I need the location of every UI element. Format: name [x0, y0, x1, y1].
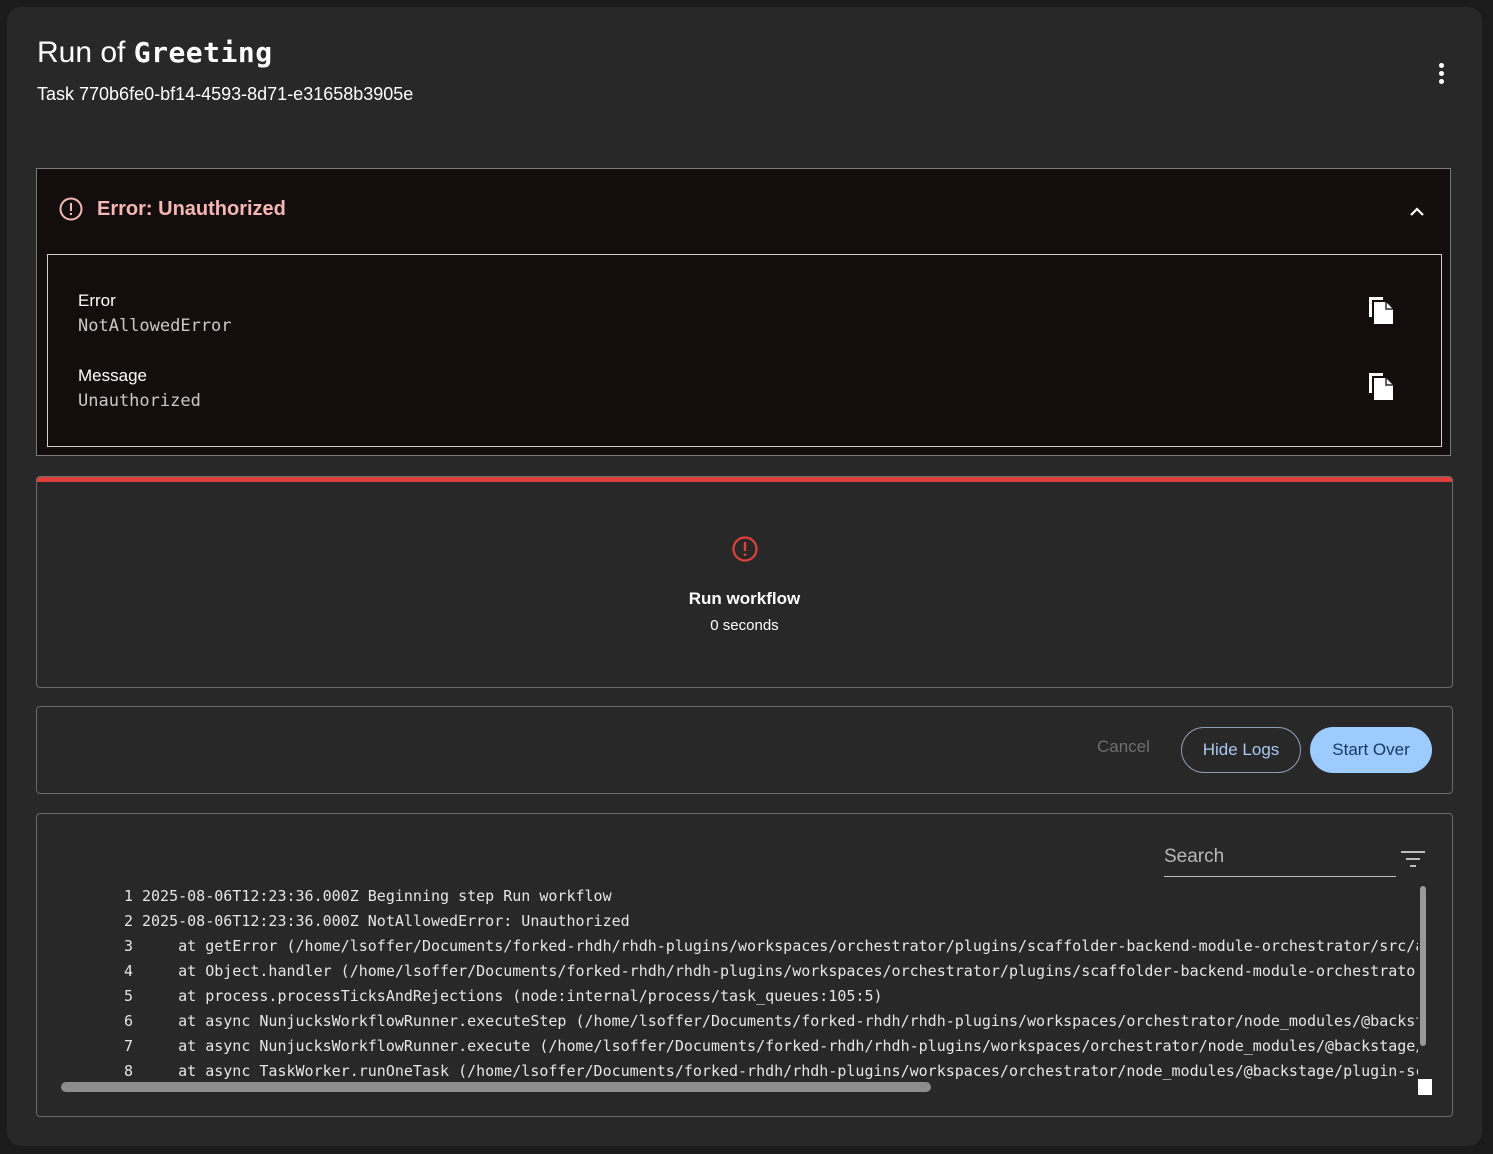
line-number: 6 — [123, 1012, 133, 1030]
title-prefix: Run of — [37, 36, 126, 69]
log-line: 6 at async NunjucksWorkflowRunner.execut… — [37, 1009, 1418, 1034]
chevron-up-icon[interactable] — [1401, 197, 1433, 225]
line-text: 2025-08-06T12:23:36.000Z Beginning step … — [142, 887, 612, 905]
search-input[interactable] — [1164, 842, 1394, 872]
line-number: 2 — [123, 912, 133, 930]
horizontal-scrollbar[interactable] — [61, 1082, 931, 1092]
line-text: at getError (/home/lsoffer/Documents/for… — [142, 937, 1418, 955]
copy-icon[interactable] — [1364, 293, 1398, 327]
task-id: Task 770b6fe0-bf14-4593-8d71-e31658b3905… — [37, 84, 414, 104]
error-details: Error NotAllowedError Message Unauthoriz… — [47, 254, 1442, 447]
line-text: at async TaskWorker.runOneTask (/home/ls… — [142, 1062, 1418, 1080]
step-status-bar — [37, 477, 1452, 482]
log-line: 3 at getError (/home/lsoffer/Documents/f… — [37, 934, 1418, 959]
actions-bar: Cancel Hide Logs Start Over — [36, 706, 1453, 794]
cancel-button[interactable]: Cancel — [1097, 737, 1150, 757]
log-line: 8 at async TaskWorker.runOneTask (/home/… — [37, 1059, 1418, 1080]
scroll-corner — [1418, 1079, 1432, 1095]
line-number: 1 — [123, 887, 133, 905]
line-number: 5 — [123, 987, 133, 1005]
error-circle-icon — [59, 197, 83, 221]
line-number: 3 — [123, 937, 133, 955]
line-number: 7 — [123, 1037, 133, 1055]
line-number: 8 — [123, 1062, 133, 1080]
error-circle-icon — [732, 536, 758, 562]
log-lines: 1 2025-08-06T12:23:36.000Z Beginning step… — [37, 884, 1418, 1080]
line-text: 2025-08-06T12:23:36.000Z NotAllowedError… — [142, 912, 630, 930]
log-line: 5 at process.processTicksAndRejections (… — [37, 984, 883, 1009]
error-field-value: NotAllowedError — [78, 316, 232, 336]
message-field-value: Unauthorized — [78, 391, 201, 411]
page-title: Run of Greeting — [37, 36, 273, 70]
line-text: at Object.handler (/home/lsoffer/Documen… — [142, 962, 1418, 980]
log-viewer: 1 2025-08-06T12:23:36.000Z Beginning step… — [36, 813, 1453, 1117]
line-text: at process.processTicksAndRejections (no… — [142, 987, 883, 1005]
step-duration: 0 seconds — [710, 617, 779, 634]
hide-logs-button[interactable]: Hide Logs — [1181, 727, 1301, 773]
log-search — [1164, 842, 1396, 877]
log-line: 7 at async NunjucksWorkflowRunner.execut… — [37, 1034, 1418, 1059]
log-line: 2 2025-08-06T12:23:36.000Z NotAllowedErro… — [37, 909, 630, 934]
step-status-card: Run workflow 0 seconds — [36, 476, 1453, 688]
log-line: 1 2025-08-06T12:23:36.000Z Beginning step… — [37, 884, 612, 909]
error-title: Error: Unauthorized — [97, 198, 286, 220]
log-line: 4 at Object.handler (/home/lsoffer/Docum… — [37, 959, 1418, 984]
line-text: at async NunjucksWorkflowRunner.executeS… — [142, 1012, 1418, 1030]
template-name: Greeting — [133, 36, 273, 69]
more-vertical-icon[interactable] — [1426, 58, 1458, 90]
filter-icon[interactable] — [1399, 848, 1427, 870]
vertical-scrollbar[interactable] — [1420, 886, 1426, 1046]
step-name: Run workflow — [688, 589, 801, 608]
line-number: 4 — [123, 962, 133, 980]
error-field-label: Error — [78, 291, 116, 310]
message-field-label: Message — [78, 366, 147, 385]
copy-icon[interactable] — [1364, 369, 1398, 403]
start-over-button[interactable]: Start Over — [1310, 727, 1432, 773]
error-panel: Error: Unauthorized Error NotAllowedErro… — [36, 168, 1451, 456]
line-text: at async NunjucksWorkflowRunner.execute … — [142, 1037, 1418, 1055]
